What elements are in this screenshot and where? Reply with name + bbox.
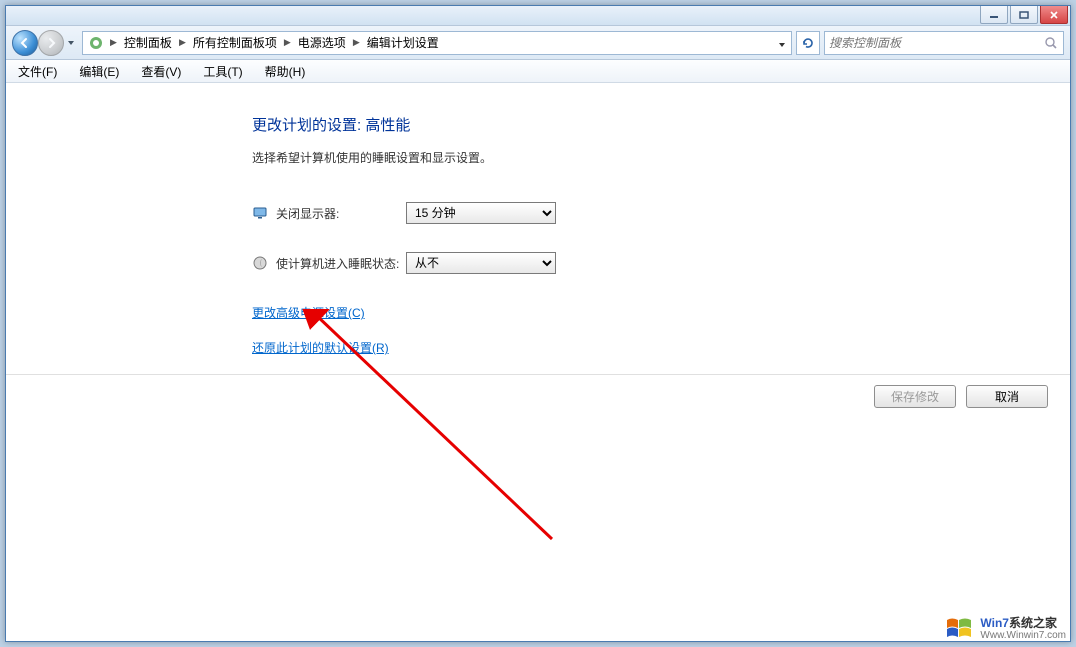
minimize-button[interactable] bbox=[980, 6, 1008, 24]
breadcrumb[interactable]: ▶ 控制面板 ▶ 所有控制面板项 ▶ 电源选项 ▶ 编辑计划设置 bbox=[82, 31, 792, 55]
address-bar: ▶ 控制面板 ▶ 所有控制面板项 ▶ 电源选项 ▶ 编辑计划设置 bbox=[6, 26, 1070, 60]
links: 更改高级电源设置(C) 还原此计划的默认设置(R) bbox=[252, 304, 1070, 356]
display-off-label: 关闭显示器: bbox=[276, 205, 406, 222]
window-frame: ▶ 控制面板 ▶ 所有控制面板项 ▶ 电源选项 ▶ 编辑计划设置 文件(F) 编… bbox=[5, 5, 1071, 642]
cancel-button[interactable]: 取消 bbox=[966, 385, 1048, 408]
minimize-icon bbox=[989, 11, 999, 19]
content-area: 更改计划的设置: 高性能 选择希望计算机使用的睡眠设置和显示设置。 关闭显示器:… bbox=[6, 84, 1070, 641]
display-off-select[interactable]: 15 分钟 bbox=[406, 202, 556, 224]
content-inner: 更改计划的设置: 高性能 选择希望计算机使用的睡眠设置和显示设置。 关闭显示器:… bbox=[6, 84, 1070, 356]
link-advanced-power-settings[interactable]: 更改高级电源设置(C) bbox=[252, 304, 1070, 321]
page-title: 更改计划的设置: 高性能 bbox=[252, 114, 1070, 135]
save-button[interactable]: 保存修改 bbox=[874, 385, 956, 408]
breadcrumb-dropdown[interactable] bbox=[775, 36, 785, 50]
menu-bar: 文件(F) 编辑(E) 查看(V) 工具(T) 帮助(H) bbox=[6, 60, 1070, 83]
breadcrumb-item-edit-plan[interactable]: 编辑计划设置 bbox=[363, 32, 443, 54]
sleep-select[interactable]: 从不 bbox=[406, 252, 556, 274]
menu-edit[interactable]: 编辑(E) bbox=[75, 61, 123, 82]
breadcrumb-item-control-panel[interactable]: 控制面板 bbox=[120, 32, 176, 54]
breadcrumb-item-power-options[interactable]: 电源选项 bbox=[294, 32, 350, 54]
nav-buttons bbox=[12, 30, 78, 56]
chevron-right-icon: ▶ bbox=[281, 37, 294, 48]
search-box[interactable] bbox=[824, 31, 1064, 55]
close-icon bbox=[1049, 11, 1059, 19]
refresh-button[interactable] bbox=[796, 31, 820, 55]
menu-file[interactable]: 文件(F) bbox=[14, 61, 61, 82]
arrow-left-icon bbox=[19, 37, 31, 49]
sleep-label: 使计算机进入睡眠状态: bbox=[276, 255, 406, 272]
link-restore-defaults[interactable]: 还原此计划的默认设置(R) bbox=[252, 339, 1070, 356]
setting-row-sleep: 使计算机进入睡眠状态: 从不 bbox=[252, 252, 1070, 274]
footer: 保存修改 取消 bbox=[6, 374, 1070, 418]
chevron-right-icon: ▶ bbox=[350, 37, 363, 48]
refresh-icon bbox=[801, 36, 815, 50]
monitor-icon bbox=[252, 205, 268, 221]
maximize-icon bbox=[1019, 11, 1029, 19]
maximize-button[interactable] bbox=[1010, 6, 1038, 24]
forward-button[interactable] bbox=[38, 30, 64, 56]
menu-view[interactable]: 查看(V) bbox=[137, 61, 185, 82]
setting-row-display-off: 关闭显示器: 15 分钟 bbox=[252, 202, 1070, 224]
control-panel-icon bbox=[88, 35, 104, 51]
menu-tools[interactable]: 工具(T) bbox=[199, 61, 246, 82]
search-input[interactable] bbox=[829, 36, 1043, 50]
moon-icon bbox=[252, 255, 268, 271]
nav-history-dropdown[interactable] bbox=[64, 32, 78, 54]
arrow-right-icon bbox=[45, 37, 57, 49]
window-controls bbox=[980, 6, 1068, 24]
title-bar bbox=[6, 6, 1070, 26]
chevron-right-icon: ▶ bbox=[176, 37, 189, 48]
breadcrumb-item-all-items[interactable]: 所有控制面板项 bbox=[189, 32, 281, 54]
back-button[interactable] bbox=[12, 30, 38, 56]
chevron-right-icon: ▶ bbox=[107, 37, 120, 48]
close-button[interactable] bbox=[1040, 6, 1068, 24]
page-subtitle: 选择希望计算机使用的睡眠设置和显示设置。 bbox=[252, 149, 1070, 166]
menu-help[interactable]: 帮助(H) bbox=[261, 61, 310, 82]
search-icon bbox=[1043, 35, 1059, 51]
